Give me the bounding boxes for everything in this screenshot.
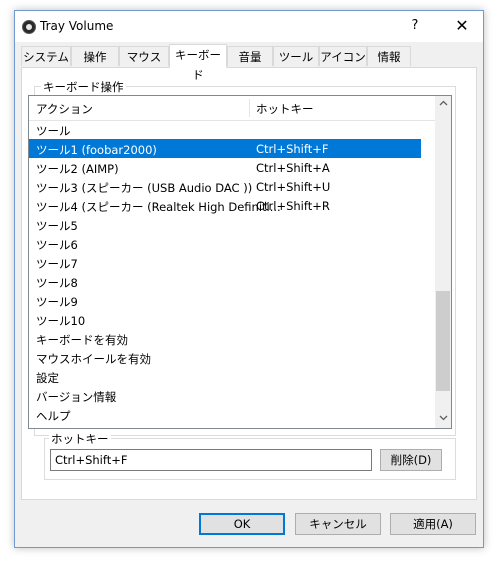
column-divider[interactable] xyxy=(249,99,250,117)
close-button[interactable]: ✕ xyxy=(440,11,484,41)
action-cell: キーボードを有効 xyxy=(36,333,128,347)
column-header-hotkey[interactable]: ホットキー xyxy=(256,101,314,117)
list-item[interactable]: ツール9 xyxy=(29,291,421,310)
chevron-down-icon[interactable] xyxy=(435,411,451,428)
action-cell: バージョン情報 xyxy=(36,390,117,404)
action-cell: ツール7 xyxy=(36,257,78,271)
list-item-selected[interactable]: ツール1 (foobar2000) Ctrl+Shift+F xyxy=(29,139,421,158)
action-cell: ツール6 xyxy=(36,238,78,252)
speaker-knob-icon xyxy=(22,20,36,34)
hotkey-field[interactable]: Ctrl+Shift+F xyxy=(50,449,372,471)
action-cell: ツール3 (スピーカー (USB Audio DAC )) xyxy=(36,181,253,195)
help-button[interactable]: ? xyxy=(395,11,435,41)
chevron-up-icon[interactable] xyxy=(435,96,451,113)
action-cell: 設定 xyxy=(36,371,59,385)
ok-button[interactable]: OK xyxy=(199,513,285,535)
list-item[interactable]: ツール10 xyxy=(29,310,421,329)
delete-button[interactable]: 削除(D) xyxy=(380,449,442,471)
tab-info[interactable]: 情報 xyxy=(367,46,411,66)
action-cell: ツール9 xyxy=(36,295,78,309)
list-item[interactable]: 設定 xyxy=(29,367,421,386)
list-item[interactable]: バージョン情報 xyxy=(29,386,421,405)
hotkey-group-label: ホットキー xyxy=(49,431,111,447)
hotkey-cell: Ctrl+Shift+A xyxy=(256,161,330,175)
action-cell: マウスホイールを有効 xyxy=(36,352,151,366)
tab-mouse[interactable]: マウス xyxy=(119,46,169,66)
title-bar: Tray Volume ? ✕ xyxy=(15,11,483,42)
tab-keyboard[interactable]: キーボード xyxy=(169,44,227,82)
list-item[interactable]: マウスホイールを有効 xyxy=(29,348,421,367)
list-item[interactable]: ツール7 xyxy=(29,253,421,272)
tab-icon[interactable]: アイコン xyxy=(319,46,367,66)
list-item[interactable]: キーボードを有効 xyxy=(29,329,421,348)
hotkey-list[interactable]: アクション ホットキー ツール ツール1 (foobar2000) Ctrl+Sh… xyxy=(28,95,452,429)
action-cell: ツール2 (AIMP) xyxy=(36,162,119,176)
action-cell: ツール1 (foobar2000) xyxy=(36,143,157,157)
tab-volume[interactable]: 音量 xyxy=(227,46,273,66)
action-cell: ツール5 xyxy=(36,219,78,233)
list-item[interactable]: ツール4 (スピーカー (Realtek High Definiti... Ctr… xyxy=(29,196,421,215)
action-cell: ツール10 xyxy=(36,314,86,328)
scrollbar-thumb[interactable] xyxy=(436,291,450,391)
tab-tools[interactable]: ツール xyxy=(273,46,319,66)
list-item[interactable]: ツール6 xyxy=(29,234,421,253)
window-title: Tray Volume xyxy=(40,19,114,33)
hotkey-cell: Ctrl+Shift+R xyxy=(256,199,330,213)
action-cell: ツール4 (スピーカー (Realtek High Definiti... xyxy=(36,200,281,214)
hotkey-cell: Ctrl+Shift+U xyxy=(256,180,331,194)
vertical-scrollbar[interactable] xyxy=(435,96,451,428)
list-item[interactable]: ツール5 xyxy=(29,215,421,234)
list-item[interactable]: ツール3 (スピーカー (USB Audio DAC )) Ctrl+Shift+… xyxy=(29,177,421,196)
list-item[interactable]: ツール8 xyxy=(29,272,421,291)
cancel-button[interactable]: キャンセル xyxy=(295,513,381,535)
tab-operation[interactable]: 操作 xyxy=(71,46,119,66)
tab-system[interactable]: システム xyxy=(21,46,71,66)
keyboard-operations-label: キーボード操作 xyxy=(41,79,126,95)
list-item[interactable]: ヘルプ xyxy=(29,405,421,424)
hotkey-cell: Ctrl+Shift+F xyxy=(256,142,329,156)
list-item[interactable]: ツール xyxy=(29,120,421,139)
action-cell: ツール xyxy=(36,124,71,138)
action-cell: ヘルプ xyxy=(36,409,71,423)
list-item[interactable]: ツール2 (AIMP) Ctrl+Shift+A xyxy=(29,158,421,177)
list-header: アクション ホットキー xyxy=(29,96,435,121)
action-cell: ツール8 xyxy=(36,276,78,290)
column-header-action[interactable]: アクション xyxy=(36,101,93,117)
apply-button[interactable]: 適用(A) xyxy=(390,513,476,535)
